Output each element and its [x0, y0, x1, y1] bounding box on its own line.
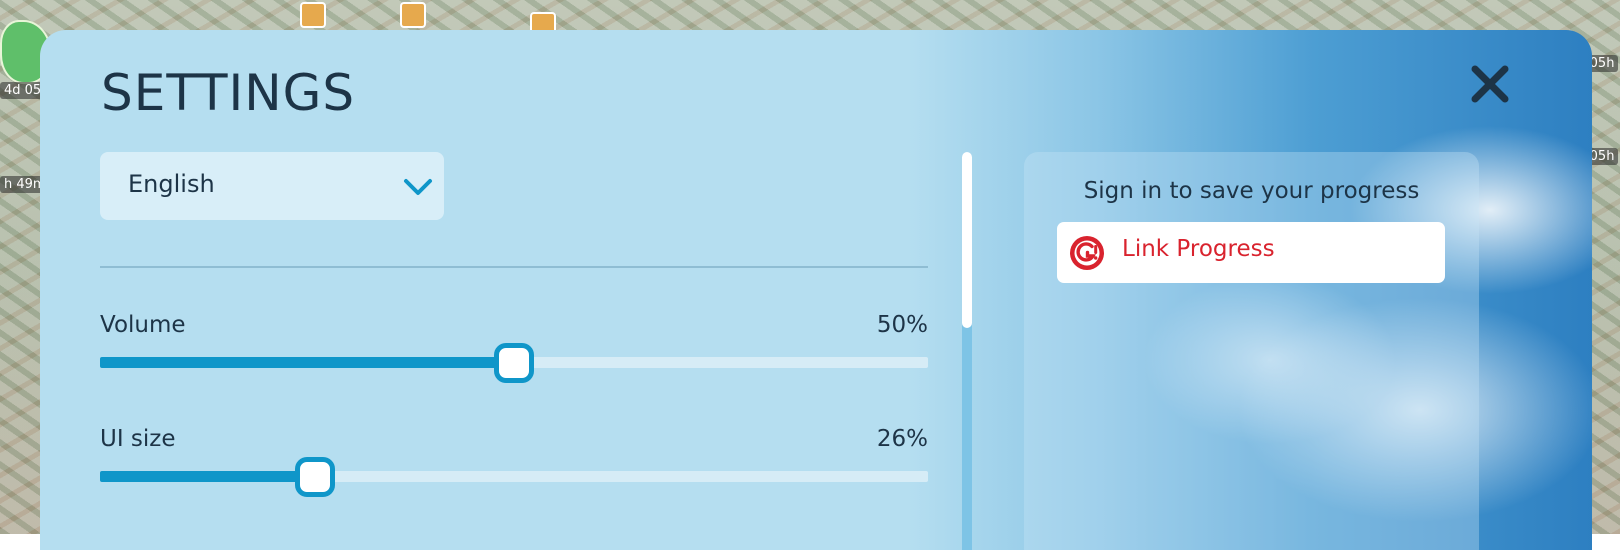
- language-selected-value: English: [128, 170, 215, 198]
- volume-value: 50%: [876, 312, 928, 338]
- map-building-marker: [300, 2, 326, 28]
- volume-slider-thumb[interactable]: [494, 343, 534, 383]
- divider: [100, 266, 928, 268]
- ui-size-slider-fill: [100, 471, 316, 482]
- close-icon: [1471, 65, 1509, 103]
- link-progress-button[interactable]: Link Progress: [1057, 222, 1445, 283]
- link-progress-label: Link Progress: [1122, 236, 1275, 262]
- scrollbar-thumb[interactable]: [962, 152, 972, 328]
- settings-panel: SETTINGS English Volume 50% UI size 26% …: [40, 30, 1592, 550]
- chevron-down-icon: [404, 179, 432, 195]
- scrollbar[interactable]: [962, 152, 972, 550]
- map-building-marker: [400, 2, 426, 28]
- ui-size-slider-thumb[interactable]: [295, 457, 336, 497]
- account-card: Sign in to save your progress Link Progr…: [1024, 152, 1479, 550]
- ui-size-label: UI size: [100, 426, 176, 452]
- volume-label: Volume: [100, 312, 186, 338]
- ui-size-slider[interactable]: [100, 457, 928, 497]
- volume-slider-fill: [100, 357, 514, 368]
- close-button[interactable]: [1468, 62, 1512, 106]
- g-logo-icon: [1070, 236, 1104, 270]
- signin-prompt: Sign in to save your progress: [1083, 178, 1420, 204]
- language-dropdown[interactable]: English: [100, 152, 444, 220]
- ui-size-value: 26%: [876, 426, 928, 452]
- page-title: SETTINGS: [101, 64, 356, 122]
- volume-slider[interactable]: [100, 343, 928, 383]
